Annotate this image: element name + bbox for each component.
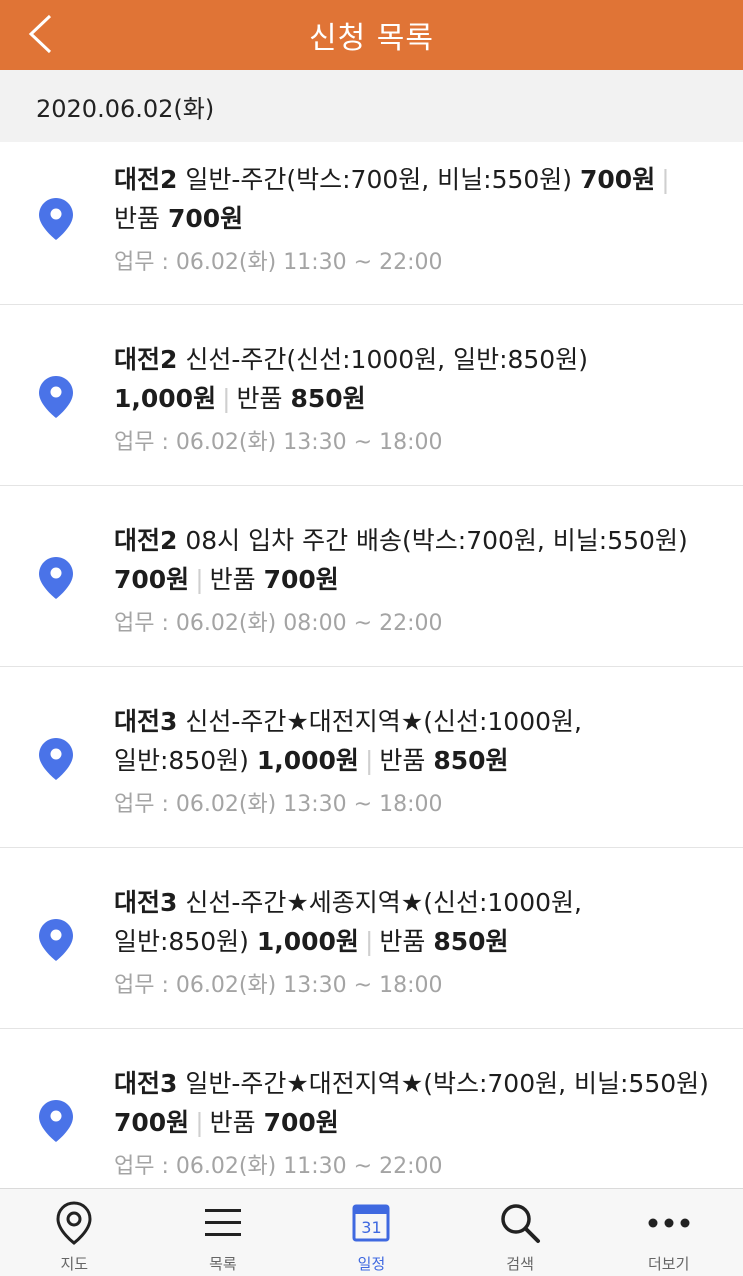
item-price: 700원 <box>114 565 190 594</box>
item-schedule: 업무 : 06.02(화) 13:30 ~ 18:00 <box>114 973 443 998</box>
app-header: 신청 목록 <box>0 0 743 70</box>
location-pin-icon <box>39 919 73 961</box>
tab-label: 일정 <box>357 1255 386 1273</box>
item-title: 대전2 08시 입차 주간 배송(박스:700원, 비닐:550원) 700원 |… <box>114 521 711 599</box>
date-section-header: 2020.06.02(화) <box>0 70 743 142</box>
tab-list[interactable]: 목록 <box>149 1189 298 1276</box>
more-icon <box>648 1218 690 1228</box>
chevron-left-icon <box>28 14 52 54</box>
list-item[interactable]: 대전3 신선-주간★대전지역★(신선:1000원, 일반:850원) 1,000… <box>0 667 743 848</box>
return-label: 반품 <box>209 1108 256 1137</box>
tab-map[interactable]: 지도 <box>0 1189 149 1276</box>
location-pin-icon <box>39 738 73 780</box>
tab-more[interactable]: 더보기 <box>594 1189 743 1276</box>
item-schedule: 업무 : 06.02(화) 13:30 ~ 18:00 <box>114 430 443 455</box>
return-price: 700원 <box>263 1108 339 1137</box>
item-title: 대전3 일반-주간★대전지역★(박스:700원, 비닐:550원) 700원 | 반… <box>114 1064 711 1142</box>
search-icon <box>501 1204 541 1243</box>
return-price: 850원 <box>433 927 509 956</box>
calendar-day: 31 <box>361 1218 382 1237</box>
price-separator: | <box>364 746 374 775</box>
location-pin-icon <box>39 557 73 599</box>
back-button[interactable] <box>20 10 60 58</box>
tab-search[interactable]: 검색 <box>446 1189 595 1276</box>
price-separator: | <box>661 165 670 194</box>
item-region: 대전2 <box>114 165 178 194</box>
item-schedule: 업무 : 06.02(화) 11:30 ~ 22:00 <box>114 1154 443 1179</box>
return-label: 반품 <box>379 927 426 956</box>
list-icon <box>204 1209 241 1236</box>
date-label: 2020.06.02(화) <box>36 94 215 123</box>
item-price: 1,000원 <box>256 927 359 956</box>
price-separator: | <box>195 565 204 594</box>
price-separator: | <box>195 1108 204 1137</box>
item-description: 일반-주간(박스:700원, 비닐:550원) <box>185 165 573 194</box>
item-description: 08시 입차 주간 배송(박스:700원, 비닐:550원) <box>185 526 688 555</box>
item-region: 대전2 <box>114 345 178 374</box>
item-schedule: 업무 : 06.02(화) 08:00 ~ 22:00 <box>114 611 443 636</box>
list-item[interactable]: 대전2 일반-주간(박스:700원, 비닐:550원) 700원 |반품 700원… <box>0 142 743 305</box>
item-price: 1,000원 <box>114 384 217 413</box>
item-region: 대전3 <box>114 707 178 736</box>
tab-schedule[interactable]: 31 일정 <box>297 1189 446 1276</box>
list-item[interactable]: 대전2 08시 입차 주간 배송(박스:700원, 비닐:550원) 700원 |… <box>0 486 743 667</box>
item-region: 대전2 <box>114 526 178 555</box>
return-label: 반품 <box>209 565 256 594</box>
item-title: 대전3 신선-주간★세종지역★(신선:1000원, 일반:850원) 1,000… <box>114 883 711 961</box>
return-price: 700원 <box>263 565 339 594</box>
item-region: 대전3 <box>114 1069 178 1098</box>
price-separator: | <box>222 384 231 413</box>
item-price: 1,000원 <box>256 746 359 775</box>
tab-label: 더보기 <box>647 1255 690 1273</box>
bottom-tab-bar: 지도 목록 31 일정 검색 더보기 <box>0 1188 743 1276</box>
item-title: 대전3 신선-주간★대전지역★(신선:1000원, 일반:850원) 1,000… <box>114 702 711 780</box>
return-label: 반품 <box>379 746 426 775</box>
item-title: 대전2 신선-주간(신선:1000원, 일반:850원) 1,000원 | 반품 8… <box>114 340 711 418</box>
return-label: 반품 <box>114 204 161 233</box>
return-price: 850원 <box>290 384 366 413</box>
return-price: 700원 <box>167 204 244 233</box>
price-separator: | <box>364 927 374 956</box>
location-pin-icon <box>39 1100 73 1142</box>
tab-label: 목록 <box>209 1255 237 1273</box>
location-pin-icon <box>39 376 73 418</box>
list-item[interactable]: 대전3 신선-주간★세종지역★(신선:1000원, 일반:850원) 1,000… <box>0 848 743 1029</box>
item-price: 700원 <box>580 165 656 194</box>
location-pin-icon <box>39 198 73 240</box>
item-price: 700원 <box>114 1108 190 1137</box>
tab-label: 지도 <box>60 1255 89 1273</box>
list-item[interactable]: 대전3 일반-주간★대전지역★(박스:700원, 비닐:550원) 700원 | 반… <box>0 1029 743 1188</box>
item-description: 신선-주간(신선:1000원, 일반:850원) <box>185 345 588 374</box>
return-price: 850원 <box>433 746 509 775</box>
return-label: 반품 <box>236 384 283 413</box>
map-pin-icon <box>56 1201 92 1245</box>
item-schedule: 업무 : 06.02(화) 13:30 ~ 18:00 <box>114 792 443 817</box>
item-schedule: 업무 : 06.02(화) 11:30 ~ 22:00 <box>114 250 443 275</box>
page-title: 신청 목록 <box>309 21 434 56</box>
item-description: 일반-주간★대전지역★(박스:700원, 비닐:550원) <box>185 1069 709 1098</box>
tab-label: 검색 <box>506 1255 534 1273</box>
item-region: 대전3 <box>114 888 178 917</box>
application-list: 대전2 일반-주간(박스:700원, 비닐:550원) 700원 |반품 700원… <box>0 142 743 1188</box>
item-title: 대전2 일반-주간(박스:700원, 비닐:550원) 700원 |반품 700원 <box>114 160 711 238</box>
list-item[interactable]: 대전2 신선-주간(신선:1000원, 일반:850원) 1,000원 | 반품 8… <box>0 305 743 486</box>
